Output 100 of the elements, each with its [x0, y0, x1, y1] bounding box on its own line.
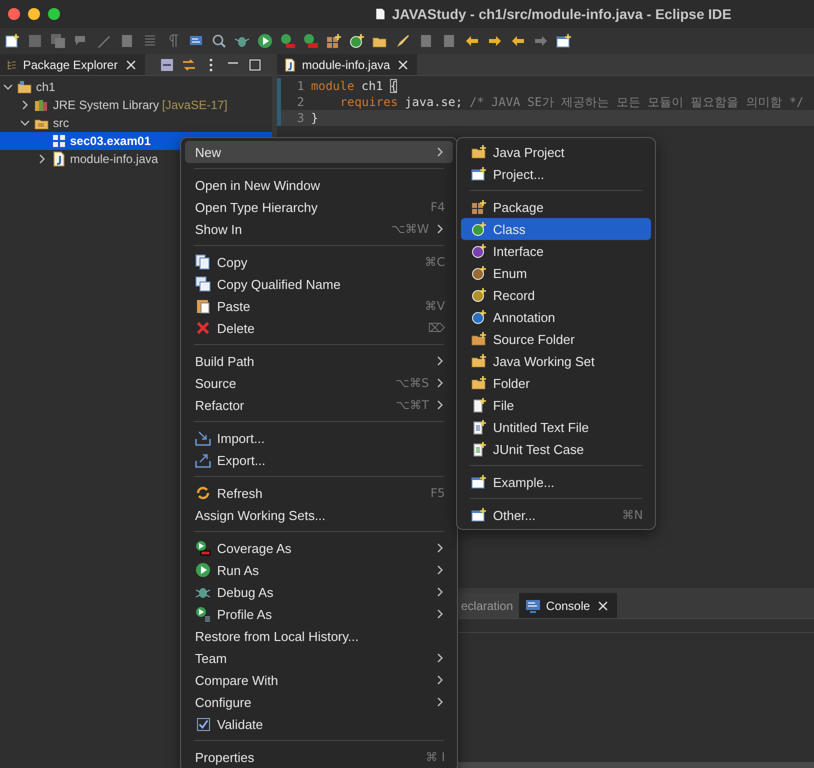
brush-icon[interactable]: [395, 33, 411, 49]
new-folder-icon: [471, 331, 487, 347]
new-window-icon[interactable]: [556, 33, 572, 49]
menu-item[interactable]: Delete ⌦: [185, 317, 453, 339]
collapse-all-icon[interactable]: [158, 56, 175, 72]
document-icon[interactable]: [441, 33, 457, 49]
zoom-button[interactable]: [48, 8, 60, 20]
new-icon[interactable]: [4, 33, 20, 49]
chevron-right-icon[interactable]: [37, 154, 47, 164]
menu-item[interactable]: Open in New Window: [185, 174, 453, 196]
document-icon[interactable]: [119, 33, 135, 49]
new-interface-icon: [471, 243, 487, 259]
new-folder-icon: [471, 375, 487, 391]
chevron-right-icon[interactable]: [435, 652, 445, 662]
library-version: [JavaSE-17]: [162, 98, 228, 112]
panel-tab[interactable]: Package Explorer: [0, 54, 145, 75]
menu-item[interactable]: Show In ⌥⌘W: [185, 218, 453, 240]
menu-item[interactable]: Export...: [185, 449, 453, 471]
chevron-right-icon[interactable]: [435, 542, 445, 552]
menu-item[interactable]: Project...: [461, 163, 651, 185]
code-token: ch1: [361, 79, 384, 93]
forward-icon[interactable]: [533, 33, 549, 49]
menu-item[interactable]: Paste ⌘V: [185, 295, 453, 317]
menu-item[interactable]: Example...: [461, 471, 651, 493]
search-icon[interactable]: [211, 33, 227, 49]
document-icon[interactable]: [418, 33, 434, 49]
refresh-icon: [195, 485, 211, 501]
chevron-right-icon[interactable]: [435, 608, 445, 618]
menu-item[interactable]: Source ⌥⌘S: [185, 372, 453, 394]
window-title: JAVAStudy - ch1/src/module-info.java - Eclipse IDE: [392, 6, 732, 22]
menu-item[interactable]: Enum: [461, 262, 651, 284]
menu-item[interactable]: File: [461, 394, 651, 416]
project-folder-icon: [17, 79, 33, 95]
menu-item[interactable]: Other... ⌘N: [461, 504, 651, 526]
menu-item[interactable]: Package: [461, 196, 651, 218]
menu-item[interactable]: Properties ⌘ I: [185, 746, 453, 768]
run-icon[interactable]: [257, 33, 273, 49]
menu-item[interactable]: Java Project: [461, 141, 651, 163]
panel-tab[interactable]: Console: [519, 593, 618, 618]
shortcut: ⌥⌘W: [391, 222, 429, 236]
menu-item[interactable]: Record: [461, 284, 651, 306]
menu-item[interactable]: Java Working Set: [461, 350, 651, 372]
close-button[interactable]: [8, 8, 20, 20]
chevron-down-icon[interactable]: [3, 82, 13, 92]
menu-item[interactable]: Copy Qualified Name: [185, 273, 453, 295]
menu-item[interactable]: Interface: [461, 240, 651, 262]
menu-item[interactable]: Coverage As: [185, 537, 453, 559]
chevron-right-icon[interactable]: [435, 586, 445, 596]
editor-tab[interactable]: module-info.java: [277, 54, 418, 75]
package-icon: [51, 133, 67, 149]
forward-icon[interactable]: [487, 33, 503, 49]
menu-item[interactable]: Build Path: [185, 350, 453, 372]
delete-icon: [195, 320, 211, 336]
panel-tab[interactable]: eclaration: [455, 593, 520, 618]
chevron-right-icon[interactable]: [435, 356, 445, 366]
menu-item[interactable]: Configure: [185, 691, 453, 713]
tree-item[interactable]: src: [0, 114, 272, 132]
menu-item[interactable]: Restore from Local History...: [185, 625, 453, 647]
maximize-icon[interactable]: [246, 56, 263, 72]
menu-item[interactable]: Annotation: [461, 306, 651, 328]
save-all-icon[interactable]: [50, 33, 66, 49]
menu-item[interactable]: Profile As: [185, 603, 453, 625]
menu-item[interactable]: Import...: [185, 427, 453, 449]
menu-item[interactable]: Compare With: [185, 669, 453, 691]
menu-item[interactable]: Open Type Hierarchy F4: [185, 196, 453, 218]
menu-item[interactable]: Assign Working Sets...: [185, 504, 453, 526]
tree-item[interactable]: ch1: [0, 78, 272, 96]
menu-item[interactable]: Debug As: [185, 581, 453, 603]
menu-item[interactable]: New: [185, 141, 453, 163]
menu-item[interactable]: Copy ⌘C: [185, 251, 453, 273]
minimize-button[interactable]: [28, 8, 40, 20]
chevron-right-icon[interactable]: [435, 400, 445, 410]
tree-item[interactable]: JRE System Library [JavaSE-17]: [0, 96, 272, 114]
menu-item[interactable]: Folder: [461, 372, 651, 394]
shortcut: ⌘N: [622, 508, 643, 522]
package-explorer-icon: [6, 58, 18, 72]
chevron-right-icon[interactable]: [435, 224, 445, 234]
menu-item[interactable]: Class: [461, 218, 651, 240]
chevron-right-icon[interactable]: [435, 674, 445, 684]
new-package-icon[interactable]: [326, 33, 342, 49]
menu-item[interactable]: Refresh F5: [185, 482, 453, 504]
chevron-right-icon[interactable]: [435, 378, 445, 388]
checkbox[interactable]: [196, 718, 210, 730]
chevron-right-icon[interactable]: [435, 696, 445, 706]
chevron-right-icon[interactable]: [20, 100, 30, 110]
menu-item[interactable]: Refactor ⌥⌘T: [185, 394, 453, 416]
new-test-file-icon: [471, 441, 487, 457]
chevron-right-icon[interactable]: [435, 564, 445, 574]
chevron-down-icon[interactable]: [20, 118, 30, 128]
chevron-right-icon[interactable]: [435, 146, 445, 156]
new-folder-icon: [471, 353, 487, 369]
menu-item[interactable]: Source Folder: [461, 328, 651, 350]
shortcut: ⌦: [428, 321, 445, 335]
menu-item[interactable]: Untitled Text File: [461, 416, 651, 438]
menu-item[interactable]: Run As: [185, 559, 453, 581]
line-number: 3: [277, 110, 311, 126]
menu-item[interactable]: Validate: [185, 713, 453, 735]
menu-item[interactable]: JUnit Test Case: [461, 438, 651, 460]
menu-item[interactable]: Team: [185, 647, 453, 669]
new-class-icon[interactable]: [349, 33, 365, 49]
